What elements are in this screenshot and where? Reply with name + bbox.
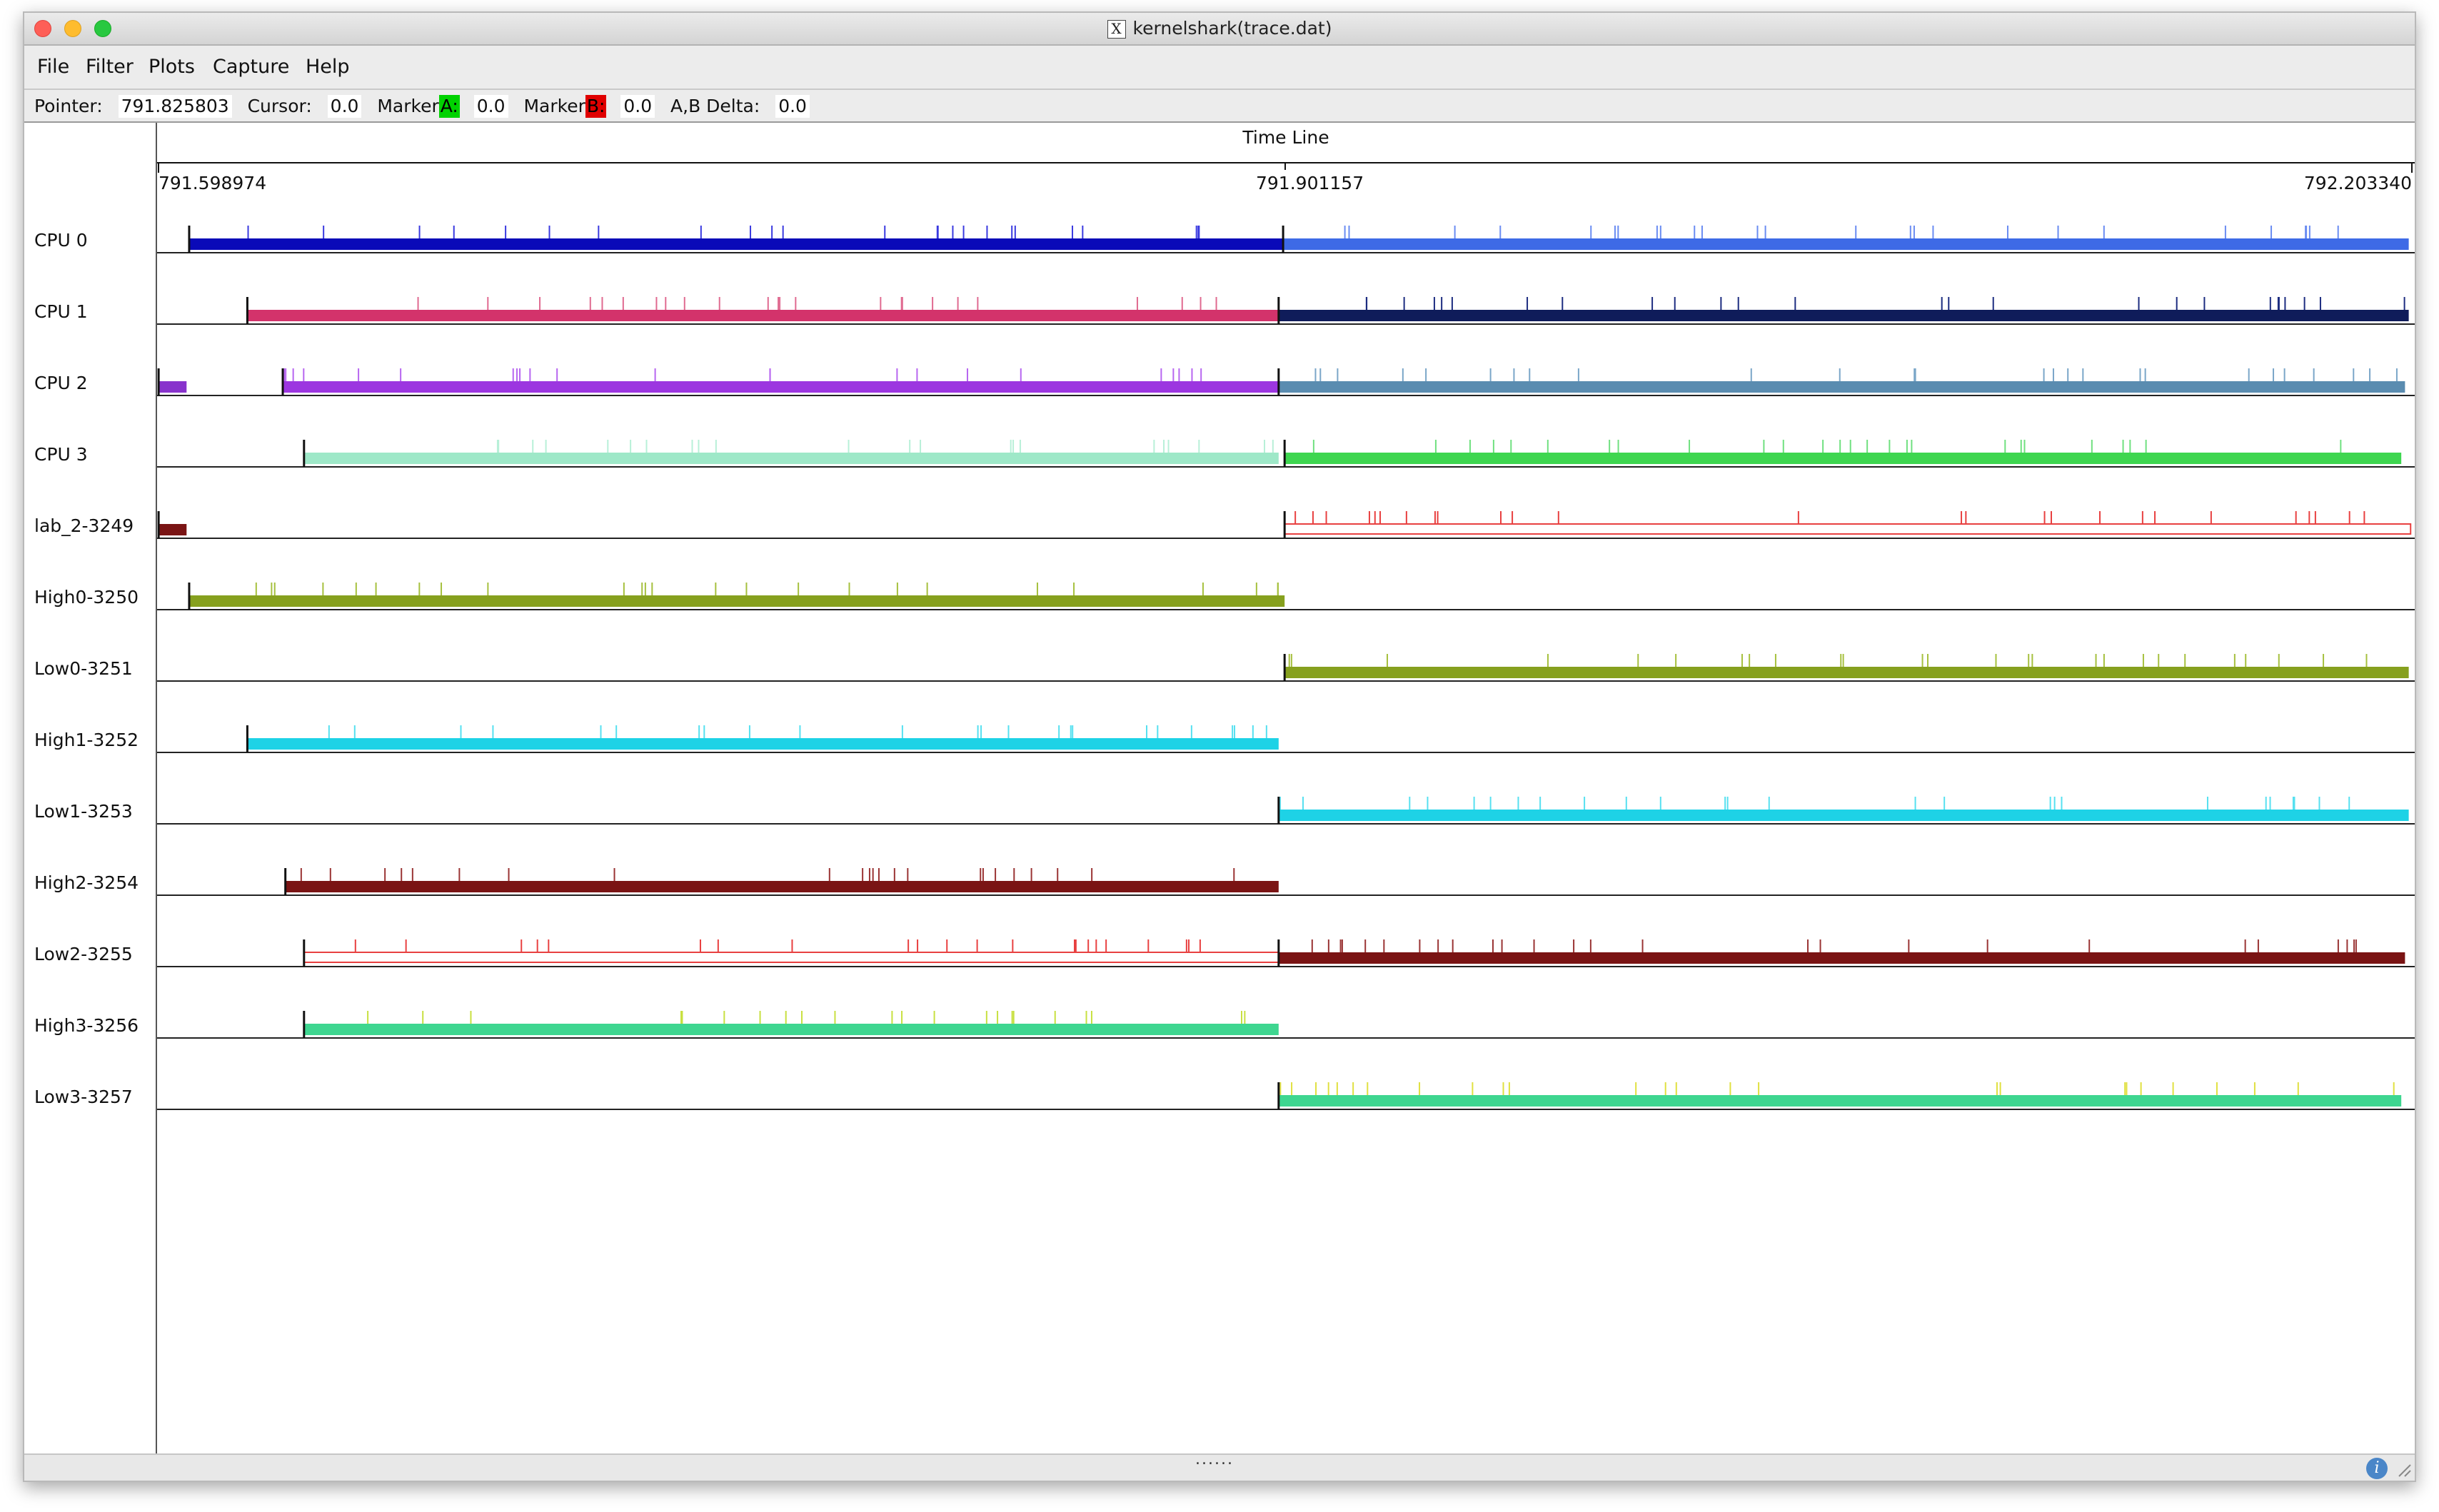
task-bar-outline: [1284, 523, 2412, 535]
kernelshark-window: Xkernelshark(trace.dat) File Filter Plot…: [23, 11, 2416, 1482]
plot-label-row[interactable]: Low0-3251: [34, 658, 133, 680]
task-bar: [188, 238, 1284, 250]
task-bar: [1284, 453, 2402, 464]
marker-a-label: Marker: [377, 96, 439, 116]
task-bar: [159, 381, 187, 393]
cursor-label: Cursor:: [247, 96, 312, 116]
menu-help[interactable]: Help: [306, 46, 350, 89]
task-bar: [1278, 810, 2409, 821]
task-bar: [1283, 238, 2409, 250]
plot-label-row[interactable]: Low2-3255: [34, 944, 133, 965]
menu-plots[interactable]: Plots: [149, 46, 195, 89]
plot-label-row[interactable]: High0-3250: [34, 587, 139, 608]
task-bar: [188, 595, 1285, 607]
cursor-value: 0.0: [327, 95, 362, 118]
menu-capture[interactable]: Capture: [213, 46, 289, 89]
delta-value: 0.0: [775, 95, 810, 118]
splitter-grip[interactable]: ......: [1195, 1452, 1234, 1468]
info-icon[interactable]: i: [2366, 1458, 2388, 1479]
delta-label: A,B Delta:: [670, 96, 760, 116]
task-bar: [1284, 667, 2409, 678]
plot-canvas[interactable]: [157, 123, 2415, 1453]
menu-filter[interactable]: Filter: [86, 46, 134, 89]
window-title-area: Xkernelshark(trace.dat): [24, 13, 2415, 44]
resize-grip-icon[interactable]: [2395, 1461, 2412, 1478]
plot-label-row[interactable]: lab_2-3249: [34, 515, 134, 537]
plot-label-row[interactable]: Low1-3253: [34, 801, 133, 822]
plot-label-row[interactable]: Low3-3257: [34, 1087, 133, 1108]
marker-a-button[interactable]: A:: [438, 95, 460, 118]
task-bar: [1278, 1095, 2402, 1107]
marker-a-value: 0.0: [473, 95, 508, 118]
task-bar-outline: [303, 952, 1279, 963]
plot-label-row[interactable]: CPU 0: [34, 230, 88, 251]
marker-b-label: Marker: [523, 96, 585, 116]
plot-label-row[interactable]: High3-3256: [34, 1015, 139, 1037]
task-bar: [285, 881, 1279, 892]
title-bar: Xkernelshark(trace.dat): [24, 13, 2415, 46]
task-bar: [1278, 381, 2405, 393]
plot-label-row[interactable]: High2-3254: [34, 872, 139, 894]
plot-label-row[interactable]: CPU 1: [34, 301, 88, 323]
task-bar: [303, 1024, 1279, 1035]
marker-b-value: 0.0: [620, 95, 655, 118]
menu-bar: File Filter Plots Capture Help: [24, 46, 2415, 90]
task-bar: [159, 524, 187, 535]
task-bar: [247, 310, 1279, 321]
plot-labels-column: CPU 0 CPU 1 CPU 2 CPU 3 lab_2-3249 High0-3250…: [24, 123, 157, 1453]
pointer-value: 791.825803: [118, 95, 232, 118]
pointer-label: Pointer:: [34, 96, 103, 116]
task-bar: [303, 453, 1279, 464]
menu-file[interactable]: File: [37, 46, 69, 89]
task-bar: [283, 381, 1279, 393]
plot-label-row[interactable]: CPU 3: [34, 444, 88, 465]
x11-icon: X: [1107, 20, 1126, 39]
task-bar: [247, 738, 1279, 750]
plot-label-row[interactable]: CPU 2: [34, 373, 88, 394]
task-bar: [1278, 310, 2409, 321]
plot-label-row[interactable]: High1-3252: [34, 730, 139, 751]
plot-area[interactable]: Time Line 791.598974 791.901157 792.2033…: [157, 123, 2415, 1453]
task-bar: [1278, 952, 2405, 964]
window-title: kernelshark(trace.dat): [1132, 18, 1332, 39]
info-bar: Pointer: 791.825803 Cursor: 0.0 MarkerA:…: [24, 90, 2415, 123]
marker-b-button[interactable]: B:: [585, 95, 607, 118]
status-bar: ...... i: [24, 1452, 2415, 1481]
